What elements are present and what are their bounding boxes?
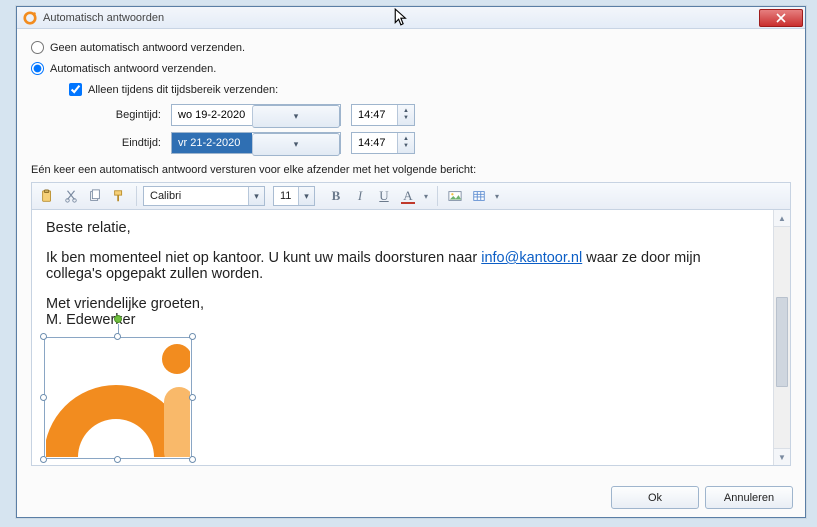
chevron-down-icon[interactable] [298, 187, 314, 205]
message-editor[interactable]: Beste relatie, Ik ben momenteel niet op … [32, 210, 773, 465]
end-row: Eindtijd: vr 21-2-2020 14:47 ▲▼ [91, 132, 791, 154]
start-row: Begintijd: wo 19-2-2020 14:47 ▲▼ [91, 104, 791, 126]
time-range: Begintijd: wo 19-2-2020 14:47 ▲▼ Eindtij… [91, 104, 791, 154]
checkbox-range[interactable]: Alleen tijdens dit tijdsbereik verzenden… [69, 83, 791, 96]
checkbox-range-label: Alleen tijdens dit tijdsbereik verzenden… [88, 84, 278, 96]
chevron-down-icon[interactable] [252, 133, 340, 156]
radio-no-auto-input[interactable] [31, 41, 44, 54]
end-date-value: vr 21-2-2020 [172, 133, 252, 153]
chevron-down-icon[interactable]: ▾ [421, 192, 431, 201]
msg-link[interactable]: info@kantoor.nl [481, 250, 582, 266]
scroll-up-icon[interactable]: ▲ [774, 210, 790, 227]
rotate-handle[interactable] [114, 315, 122, 323]
selection-frame [44, 337, 192, 459]
spinner-buttons[interactable]: ▲▼ [397, 105, 414, 125]
resize-handle[interactable] [40, 456, 47, 463]
start-time-spinner[interactable]: 14:47 ▲▼ [351, 104, 415, 126]
end-time-spinner[interactable]: 14:47 ▲▼ [351, 132, 415, 154]
dialog-content: Geen automatisch antwoord verzenden. Aut… [17, 29, 805, 517]
checkbox-range-input[interactable] [69, 83, 82, 96]
insert-table-button[interactable] [468, 185, 490, 207]
font-name-value: Calibri [144, 187, 248, 205]
scroll-down-icon[interactable]: ▼ [774, 448, 790, 465]
end-label: Eindtijd: [91, 137, 171, 149]
font-name-combo[interactable]: Calibri [143, 186, 265, 206]
app-icon [23, 11, 37, 25]
radio-auto[interactable]: Automatisch antwoord verzenden. [31, 62, 791, 75]
editor-toolbar: Calibri 11 B I U A ▾ ▾ [31, 182, 791, 210]
start-time-value: 14:47 [352, 105, 397, 125]
resize-handle[interactable] [114, 333, 121, 340]
start-label: Begintijd: [91, 109, 171, 121]
msg-greeting: Beste relatie, [46, 220, 759, 236]
radio-auto-label: Automatisch antwoord verzenden. [50, 63, 216, 75]
radio-no-auto[interactable]: Geen automatisch antwoord verzenden. [31, 41, 791, 54]
resize-handle[interactable] [40, 394, 47, 401]
editor-area: Beste relatie, Ik ben momenteel niet op … [31, 210, 791, 466]
resize-handle[interactable] [189, 394, 196, 401]
end-time-value: 14:47 [352, 133, 397, 153]
ok-button[interactable]: Ok [611, 486, 699, 509]
copy-button[interactable] [84, 185, 106, 207]
start-date-value: wo 19-2-2020 [172, 105, 252, 125]
instruction-text: Eén keer een automatisch antwoord verstu… [31, 164, 791, 176]
radio-auto-input[interactable] [31, 62, 44, 75]
spinner-buttons[interactable]: ▲▼ [397, 133, 414, 153]
resize-handle[interactable] [114, 456, 121, 463]
italic-button[interactable]: I [349, 185, 371, 207]
close-button[interactable] [759, 9, 803, 27]
chevron-down-icon[interactable]: ▾ [492, 192, 502, 201]
msg-name: M. Edewerker [46, 312, 759, 328]
dialog-window: Automatisch antwoorden Geen automatisch … [16, 6, 806, 518]
toolbar-separator [136, 186, 137, 206]
bold-button[interactable]: B [325, 185, 347, 207]
font-size-value: 11 [274, 187, 298, 205]
selected-image[interactable] [44, 337, 192, 459]
vertical-scrollbar[interactable]: ▲ ▼ [773, 210, 790, 465]
underline-button[interactable]: U [373, 185, 395, 207]
dialog-footer: Ok Annuleren [611, 486, 793, 509]
cancel-button[interactable]: Annuleren [705, 486, 793, 509]
format-painter-button[interactable] [108, 185, 130, 207]
window-title: Automatisch antwoorden [43, 12, 759, 24]
msg-body-pre: Ik ben momenteel niet op kantoor. U kunt… [46, 250, 481, 266]
chevron-down-icon[interactable] [252, 105, 340, 128]
resize-handle[interactable] [40, 333, 47, 340]
scroll-track[interactable] [774, 227, 790, 448]
chevron-down-icon[interactable] [248, 187, 264, 205]
resize-handle[interactable] [189, 333, 196, 340]
msg-signoff: Met vriendelijke groeten, [46, 296, 759, 312]
titlebar: Automatisch antwoorden [17, 7, 805, 29]
radio-no-auto-label: Geen automatisch antwoord verzenden. [50, 42, 245, 54]
toolbar-separator [437, 186, 438, 206]
close-icon [776, 13, 786, 23]
cut-button[interactable] [60, 185, 82, 207]
font-color-button[interactable]: A [397, 185, 419, 207]
scroll-thumb[interactable] [776, 297, 788, 387]
font-size-combo[interactable]: 11 [273, 186, 315, 206]
paste-button[interactable] [36, 185, 58, 207]
insert-image-button[interactable] [444, 185, 466, 207]
start-date-combo[interactable]: wo 19-2-2020 [171, 104, 341, 126]
msg-body: Ik ben momenteel niet op kantoor. U kunt… [46, 250, 759, 282]
resize-handle[interactable] [189, 456, 196, 463]
end-date-combo[interactable]: vr 21-2-2020 [171, 132, 341, 154]
